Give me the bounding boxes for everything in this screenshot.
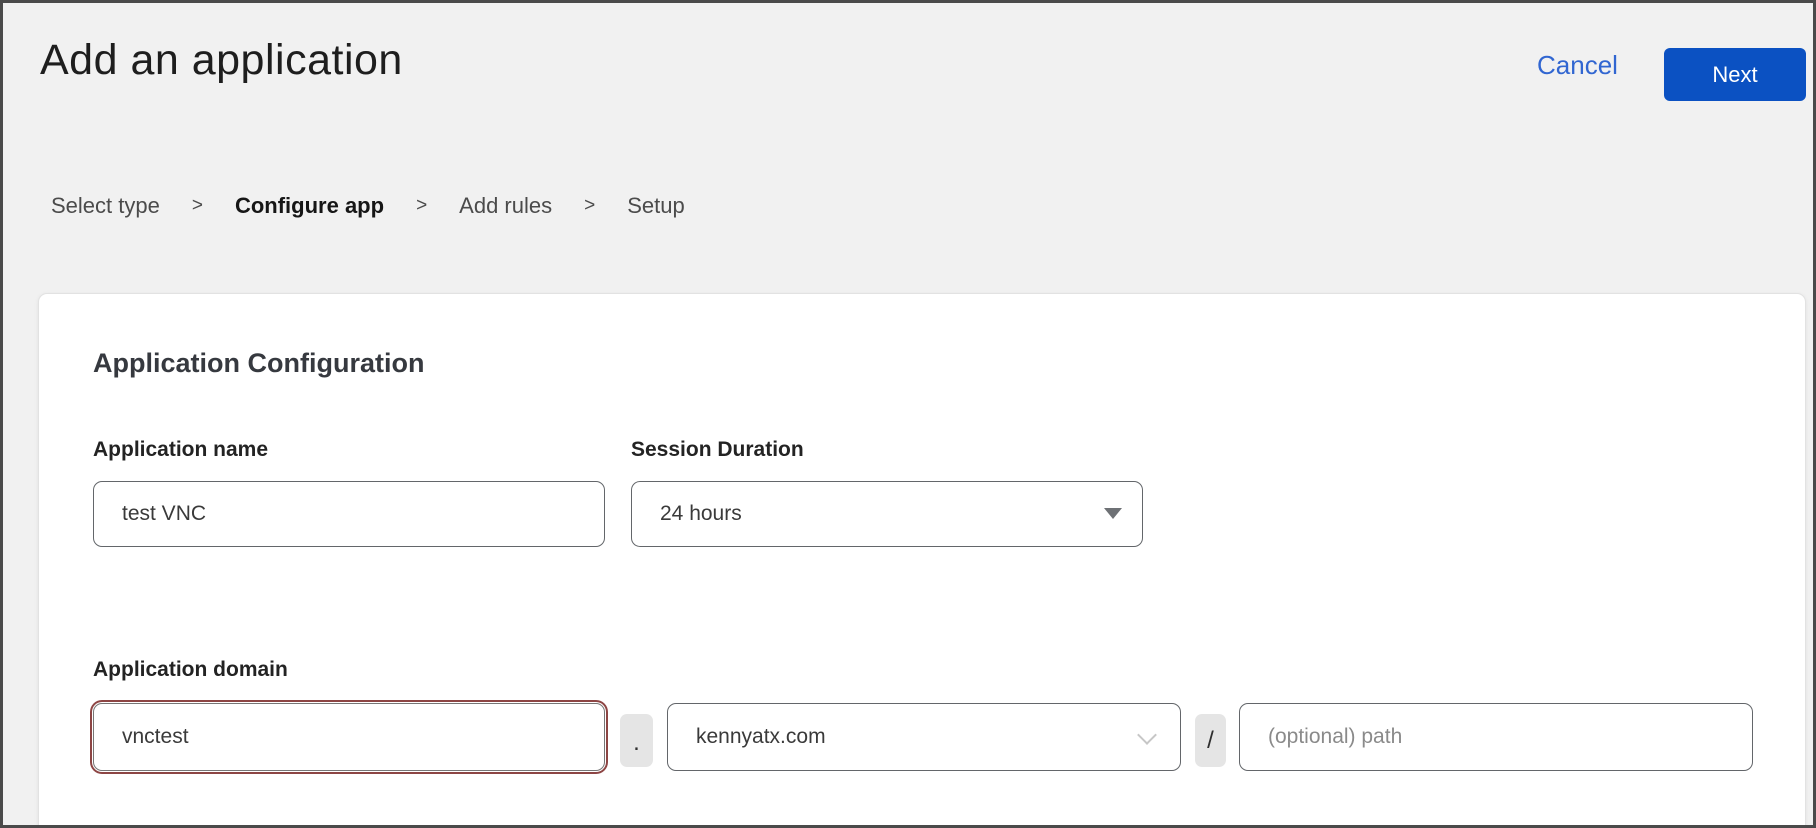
- breadcrumb-separator: >: [416, 195, 427, 217]
- add-application-page: Add an application Cancel Next Select ty…: [0, 0, 1816, 828]
- page-title: Add an application: [40, 36, 403, 85]
- path-input[interactable]: [1239, 703, 1753, 771]
- dropdown-arrow-icon: [1104, 508, 1122, 519]
- domain-select[interactable]: kennyatx.com: [667, 703, 1181, 771]
- slash-separator: /: [1195, 714, 1226, 767]
- session-duration-selected-value: 24 hours: [660, 502, 742, 526]
- domain-selected-value: kennyatx.com: [696, 725, 826, 749]
- breadcrumb-step-select-type[interactable]: Select type: [51, 193, 160, 219]
- breadcrumb-separator: >: [584, 195, 595, 217]
- subdomain-input[interactable]: [93, 703, 605, 771]
- application-name-label: Application name: [93, 438, 268, 462]
- dot-separator: .: [620, 714, 653, 767]
- session-duration-label: Session Duration: [631, 438, 804, 462]
- next-button[interactable]: Next: [1664, 48, 1806, 101]
- application-name-input[interactable]: [93, 481, 605, 547]
- breadcrumb-step-add-rules[interactable]: Add rules: [459, 193, 552, 219]
- breadcrumb-separator: >: [192, 195, 203, 217]
- breadcrumb-step-setup[interactable]: Setup: [627, 193, 685, 219]
- section-title: Application Configuration: [93, 348, 424, 379]
- application-domain-label: Application domain: [93, 658, 288, 682]
- session-duration-select[interactable]: 24 hours: [631, 481, 1143, 547]
- breadcrumb-step-configure-app[interactable]: Configure app: [235, 193, 384, 219]
- breadcrumb: Select type > Configure app > Add rules …: [51, 193, 685, 219]
- cancel-button[interactable]: Cancel: [1537, 50, 1618, 81]
